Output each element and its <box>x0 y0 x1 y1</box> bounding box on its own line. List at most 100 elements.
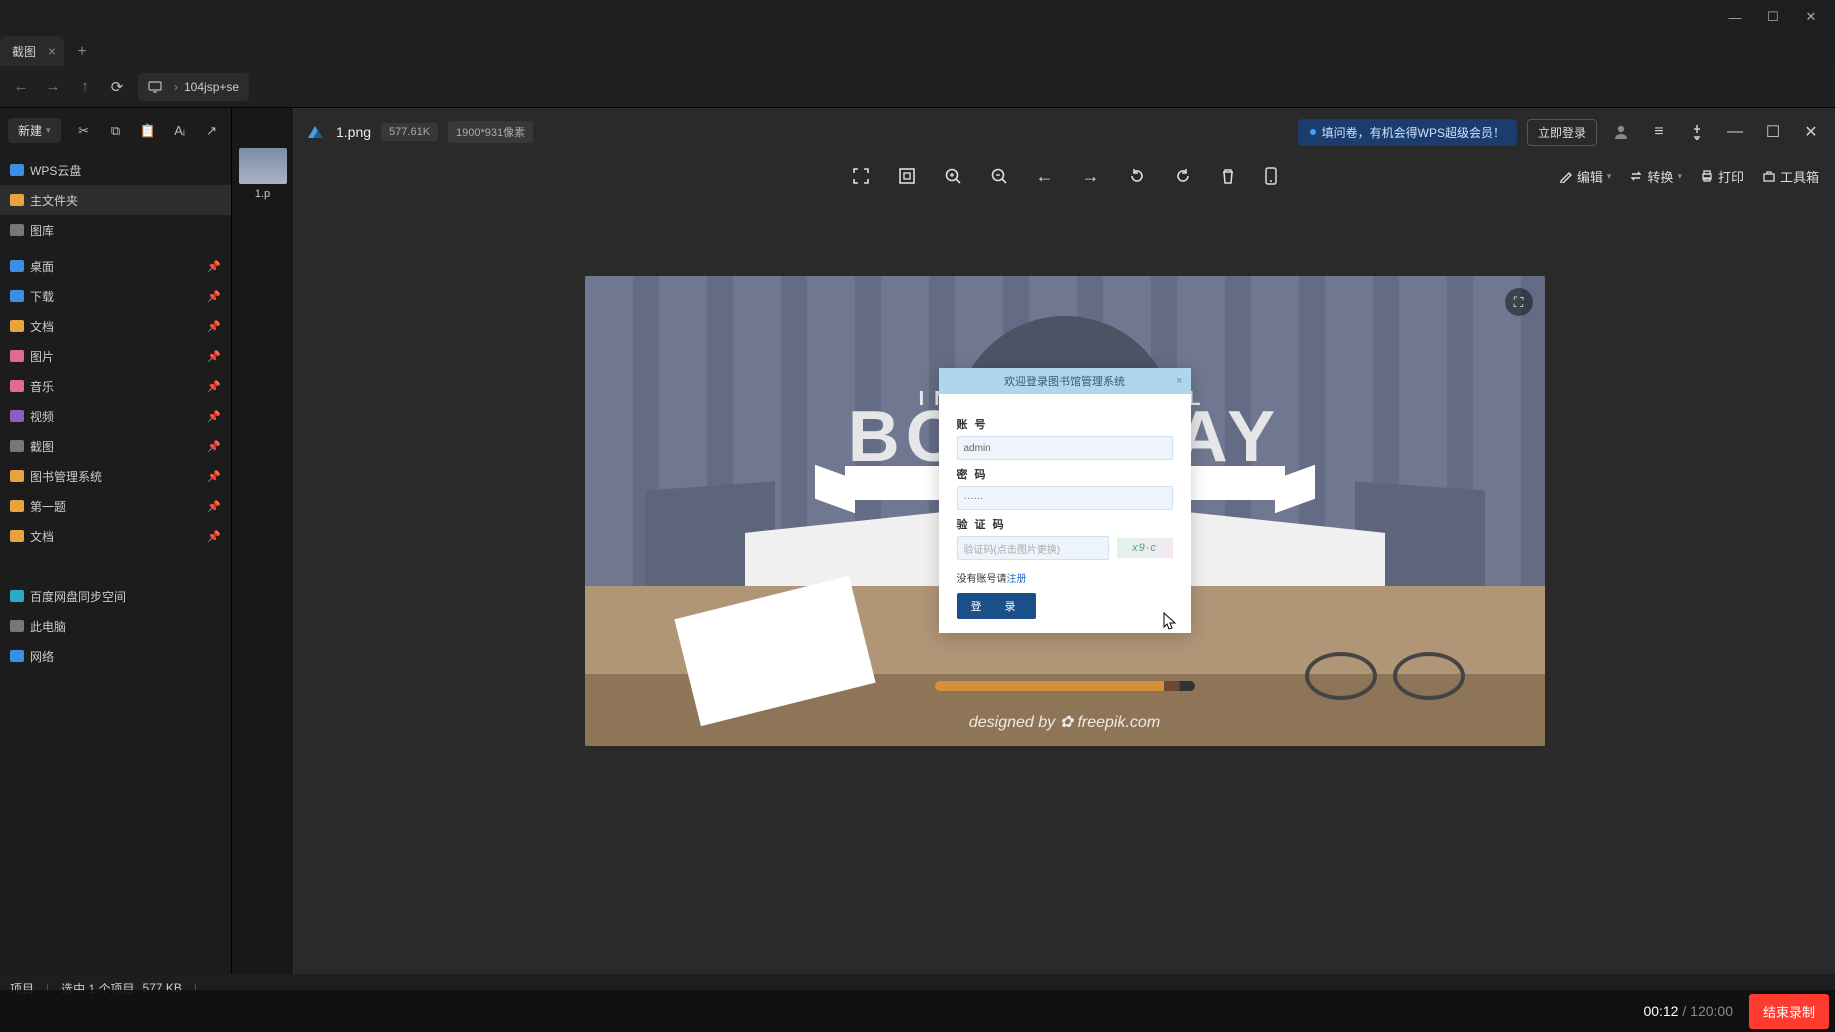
sidebar-item[interactable]: 截图📌 <box>0 431 231 461</box>
viewer-canvas[interactable]: INTERNATIONAL BO AY designed by ✿ freepi… <box>294 196 1835 1002</box>
folder-icon <box>10 260 24 272</box>
sidebar-item[interactable]: 图书管理系统📌 <box>0 461 231 491</box>
dialog-close-icon[interactable]: × <box>1176 375 1182 387</box>
viewer-dimensions: 1900*931像素 <box>448 121 533 143</box>
pin-icon[interactable]: 📌 <box>207 440 221 453</box>
sidebar-item[interactable]: 图片📌 <box>0 341 231 371</box>
tab-close-icon[interactable]: × <box>48 43 56 59</box>
fm-toolbar: ← → ↑ ⟳ › 104jsp+se <box>0 66 1835 108</box>
viewer-toolbar-right: 编辑▾ 转换▾ 打印 工具箱 <box>1559 167 1819 186</box>
sidebar-item-main-folder[interactable]: 主文件夹 <box>0 185 231 215</box>
viewer-filename: 1.png <box>336 124 371 140</box>
nav-up-button[interactable]: ↑ <box>74 78 96 95</box>
viewer-filesize: 577.61K <box>381 123 438 141</box>
sidebar-item[interactable]: 视频📌 <box>0 401 231 431</box>
username-input[interactable]: admin <box>957 436 1173 460</box>
os-close-button[interactable]: ✕ <box>1801 7 1821 27</box>
promo-banner[interactable]: 填问卷，有机会得WPS超级会员！ <box>1298 119 1517 146</box>
toolbox-button[interactable]: 工具箱 <box>1762 167 1819 186</box>
edit-button[interactable]: 编辑▾ <box>1559 167 1612 186</box>
new-button[interactable]: 新建▾ <box>8 118 61 143</box>
window-minimize-button[interactable]: — <box>1721 118 1749 146</box>
pin-icon[interactable]: 📌 <box>207 380 221 393</box>
sidebar-item[interactable]: 文档📌 <box>0 521 231 551</box>
folder-icon <box>10 290 24 302</box>
next-image-icon[interactable]: → <box>1082 166 1100 187</box>
login-dialog-title: 欢迎登录图书馆管理系统 × <box>939 368 1191 394</box>
fm-sidebar: 新建▾ ✂ ⧉ 📋 Aᵢ ↗ WPS云盘 主文件夹 图库 桌面📌下载📌文档📌图片… <box>0 108 232 1002</box>
avatar-icon[interactable] <box>1607 118 1635 146</box>
os-maximize-button[interactable]: ☐ <box>1763 7 1783 27</box>
thumbnail-image <box>239 148 287 184</box>
folder-icon <box>10 530 24 542</box>
sidebar-item[interactable]: 桌面📌 <box>0 251 231 281</box>
pin-icon[interactable]: 📌 <box>207 470 221 483</box>
convert-button[interactable]: 转换▾ <box>1629 167 1682 186</box>
sidebar-item-gallery[interactable]: 图库 <box>0 215 231 245</box>
delete-icon[interactable] <box>1220 167 1236 185</box>
rotate-left-icon[interactable] <box>1128 167 1146 185</box>
tab-active[interactable]: 截图 × <box>0 36 64 66</box>
pin-icon[interactable]: 📌 <box>207 290 221 303</box>
sidebar-item[interactable]: 百度网盘同步空间 <box>0 581 231 611</box>
pin-icon[interactable]: 📌 <box>207 410 221 423</box>
fit-icon[interactable] <box>898 167 916 185</box>
drive-icon <box>10 590 24 602</box>
chevron-down-icon: ▾ <box>1607 171 1612 182</box>
password-input[interactable]: ······ <box>957 486 1173 510</box>
thumbnail-item[interactable]: 1.p <box>239 148 287 200</box>
pin-icon[interactable] <box>1683 118 1711 146</box>
sidebar-item-wps-cloud[interactable]: WPS云盘 <box>0 155 231 185</box>
sidebar-item[interactable]: 第一题📌 <box>0 491 231 521</box>
sidebar-item[interactable]: 文档📌 <box>0 311 231 341</box>
print-button[interactable]: 打印 <box>1700 167 1744 186</box>
window-maximize-button[interactable]: ☐ <box>1759 118 1787 146</box>
register-link[interactable]: 注册 <box>1007 574 1027 585</box>
copy-icon[interactable]: ⧉ <box>107 123 125 139</box>
window-close-button[interactable]: ✕ <box>1797 118 1825 146</box>
fullscreen-icon[interactable] <box>852 167 870 185</box>
phone-icon[interactable] <box>1264 167 1278 185</box>
nav-reload-button[interactable]: ⟳ <box>106 78 128 96</box>
folder-icon <box>10 320 24 332</box>
tab-add-button[interactable]: + <box>68 38 96 66</box>
pin-icon[interactable]: 📌 <box>207 500 221 513</box>
breadcrumb[interactable]: › 104jsp+se <box>138 73 249 101</box>
sidebar-item[interactable]: 下载📌 <box>0 281 231 311</box>
folder-icon <box>10 380 24 392</box>
pin-icon[interactable]: 📌 <box>207 260 221 273</box>
captcha-image[interactable]: x9·c <box>1117 538 1173 558</box>
gallery-icon <box>10 224 24 236</box>
breadcrumb-segment: 104jsp+se <box>184 80 239 94</box>
cut-icon[interactable]: ✂ <box>75 123 93 139</box>
rename-icon[interactable]: Aᵢ <box>171 123 189 138</box>
sidebar-item[interactable]: 网络 <box>0 641 231 671</box>
zoom-in-icon[interactable] <box>944 167 962 185</box>
nav-forward-button[interactable]: → <box>42 78 64 95</box>
pin-icon[interactable]: 📌 <box>207 350 221 363</box>
menu-icon[interactable]: ≡ <box>1645 118 1673 146</box>
login-submit-button[interactable]: 登 录 <box>957 593 1036 619</box>
zoom-out-icon[interactable] <box>990 167 1008 185</box>
chevron-right-icon: › <box>174 80 178 94</box>
sidebar-top-section: WPS云盘 主文件夹 图库 <box>0 155 231 245</box>
rotate-right-icon[interactable] <box>1174 167 1192 185</box>
captcha-input[interactable]: 验证码(点击图片更换) <box>957 536 1109 560</box>
prev-image-icon[interactable]: ← <box>1036 166 1054 187</box>
os-minimize-button[interactable]: — <box>1725 7 1745 27</box>
sidebar-places-section: 百度网盘同步空间此电脑网络 <box>0 581 231 671</box>
image-expand-icon[interactable]: ⛶ <box>1505 288 1533 316</box>
pin-icon[interactable]: 📌 <box>207 320 221 333</box>
nav-back-button[interactable]: ← <box>10 78 32 95</box>
tab-strip: 截图 × + <box>0 34 1835 66</box>
username-label: 账 号 <box>957 416 1173 432</box>
login-button[interactable]: 立即登录 <box>1527 119 1597 146</box>
share-icon[interactable]: ↗ <box>203 123 221 139</box>
sidebar-item[interactable]: 此电脑 <box>0 611 231 641</box>
tab-title: 截图 <box>12 43 36 60</box>
paste-icon[interactable]: 📋 <box>139 123 157 139</box>
folder-icon <box>10 350 24 362</box>
stop-recording-button[interactable]: 结束录制 <box>1749 994 1829 1029</box>
pin-icon[interactable]: 📌 <box>207 530 221 543</box>
sidebar-item[interactable]: 音乐📌 <box>0 371 231 401</box>
